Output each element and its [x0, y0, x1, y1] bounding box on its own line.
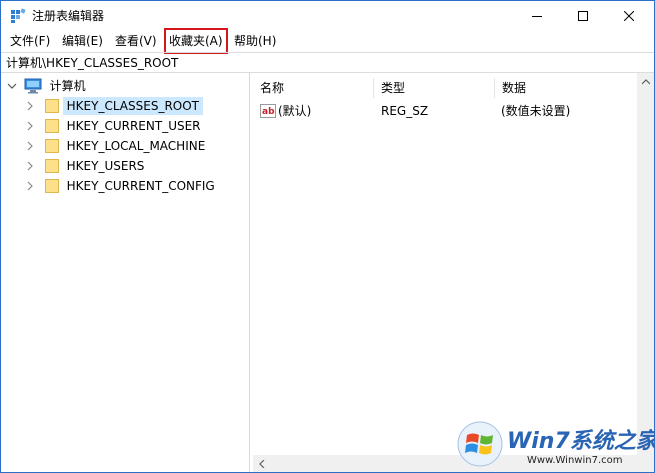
- watermark-url: Www.Winwin7.com: [527, 455, 623, 466]
- close-icon: [624, 11, 634, 21]
- registry-editor-window: 注册表编辑器 文件(F) 编辑(E) 查看(V) 收藏夹(A) 帮助(H) 计算…: [0, 0, 655, 473]
- chevron-right-icon[interactable]: [25, 116, 35, 136]
- folder-icon: [44, 119, 59, 133]
- value-type: REG_SZ: [381, 104, 429, 118]
- values-pane[interactable]: 名称 类型 数据 ab (默认) REG_SZ (数值未设置): [253, 73, 654, 472]
- window-title: 注册表编辑器: [32, 9, 105, 23]
- folder-icon: [44, 139, 59, 153]
- chevron-up-icon: [641, 78, 650, 84]
- windows-logo-icon: [457, 421, 503, 467]
- tree-node-hkey-users[interactable]: HKEY_USERS: [25, 156, 148, 176]
- vertical-scrollbar[interactable]: [637, 73, 654, 455]
- tree-item-label: HKEY_LOCAL_MACHINE: [66, 139, 206, 153]
- address-bar[interactable]: 计算机\HKEY_CLASSES_ROOT: [1, 52, 654, 73]
- tree-item-label: HKEY_CURRENT_CONFIG: [66, 179, 215, 193]
- registry-app-icon: [11, 8, 26, 23]
- key-tree-pane[interactable]: 计算机 HKEY_CLASSES_ROOT HKEY_CURRENT_USER …: [1, 73, 250, 472]
- chevron-right-icon[interactable]: [25, 136, 35, 156]
- tree-node-hkey-classes-root[interactable]: HKEY_CLASSES_ROOT: [25, 96, 204, 116]
- scroll-left-button[interactable]: [253, 455, 270, 472]
- menu-file[interactable]: 文件(F): [6, 31, 54, 52]
- menu-favorites[interactable]: 收藏夹(A): [164, 28, 228, 54]
- column-header-data[interactable]: 数据: [495, 78, 625, 98]
- value-name: (默认): [278, 104, 312, 118]
- tree-item-label: HKEY_USERS: [66, 159, 145, 173]
- string-value-icon: ab: [260, 103, 276, 118]
- title-bar[interactable]: 注册表编辑器: [1, 1, 654, 31]
- chevron-left-icon: [258, 459, 264, 468]
- folder-icon: [44, 99, 59, 113]
- column-header-name[interactable]: 名称: [253, 78, 374, 98]
- tree-node-hkey-current-user[interactable]: HKEY_CURRENT_USER: [25, 116, 205, 136]
- computer-icon: [24, 78, 42, 94]
- close-button[interactable]: [606, 1, 652, 31]
- tree-item-label: HKEY_CLASSES_ROOT: [62, 97, 204, 115]
- maximize-button[interactable]: [560, 1, 606, 31]
- value-row[interactable]: ab (默认) REG_SZ (数值未设置): [253, 101, 654, 121]
- column-header-type[interactable]: 类型: [374, 78, 495, 98]
- menu-help[interactable]: 帮助(H): [230, 31, 280, 52]
- value-name-cell: ab (默认): [260, 101, 311, 121]
- scroll-up-button[interactable]: [637, 73, 654, 90]
- tree-node-hkey-current-config[interactable]: HKEY_CURRENT_CONFIG: [25, 176, 219, 196]
- chevron-right-icon[interactable]: [25, 176, 35, 196]
- chevron-right-icon[interactable]: [25, 156, 35, 176]
- folder-icon: [44, 159, 59, 173]
- minimize-icon: [532, 16, 542, 17]
- maximize-icon: [578, 11, 588, 21]
- tree-root-label: 计算机: [49, 79, 86, 93]
- watermark: Win7系统之家 Www.Winwin7.com: [457, 419, 655, 473]
- svg-text:ab: ab: [262, 107, 275, 117]
- tree-node-computer[interactable]: 计算机: [7, 76, 90, 96]
- menu-bar: 文件(F) 编辑(E) 查看(V) 收藏夹(A) 帮助(H): [1, 28, 654, 54]
- chevron-down-icon[interactable]: [7, 76, 17, 96]
- menu-edit[interactable]: 编辑(E): [58, 31, 107, 52]
- chevron-right-icon[interactable]: [25, 96, 35, 116]
- tree-item-label: HKEY_CURRENT_USER: [66, 119, 201, 133]
- watermark-brand: Win7系统之家: [507, 429, 655, 454]
- value-data: (数值未设置): [501, 104, 571, 118]
- tree-node-hkey-local-machine[interactable]: HKEY_LOCAL_MACHINE: [25, 136, 209, 156]
- minimize-button[interactable]: [514, 1, 560, 31]
- menu-view[interactable]: 查看(V): [111, 31, 161, 52]
- folder-icon: [44, 179, 59, 193]
